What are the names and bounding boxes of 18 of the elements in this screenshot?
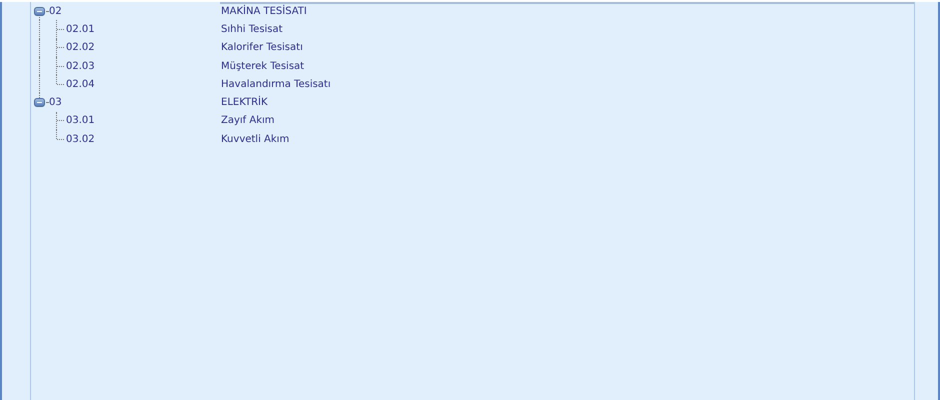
tree-code[interactable]: 03 (49, 97, 62, 108)
collapse-toggle[interactable] (34, 6, 45, 16)
tree-code[interactable]: 02 (49, 6, 62, 17)
tree-code[interactable]: 02.04 (66, 78, 95, 90)
collapse-toggle[interactable] (34, 98, 45, 108)
tree-name: Kuvvetli Akım (221, 134, 290, 145)
tree-code[interactable]: 03.01 (66, 115, 95, 126)
tree-name: ELEKTRİK (221, 97, 268, 108)
tree-name: Zayıf Akım (221, 115, 275, 126)
tree-name: Müşterek Tesisat (221, 60, 304, 72)
tree-name: Kalorifer Tesisatı (221, 42, 303, 54)
tree-code[interactable]: 03.02 (66, 134, 95, 145)
tree-code[interactable]: 02.01 (66, 24, 95, 35)
tree-name: Sıhhi Tesisat (221, 24, 283, 35)
tree-name: Havalandırma Tesisatı (221, 78, 331, 90)
tree-code[interactable]: 02.02 (66, 42, 95, 54)
tree-name: MAKİNA TESİSATI (221, 6, 307, 17)
tree-code[interactable]: 02.03 (66, 60, 95, 72)
